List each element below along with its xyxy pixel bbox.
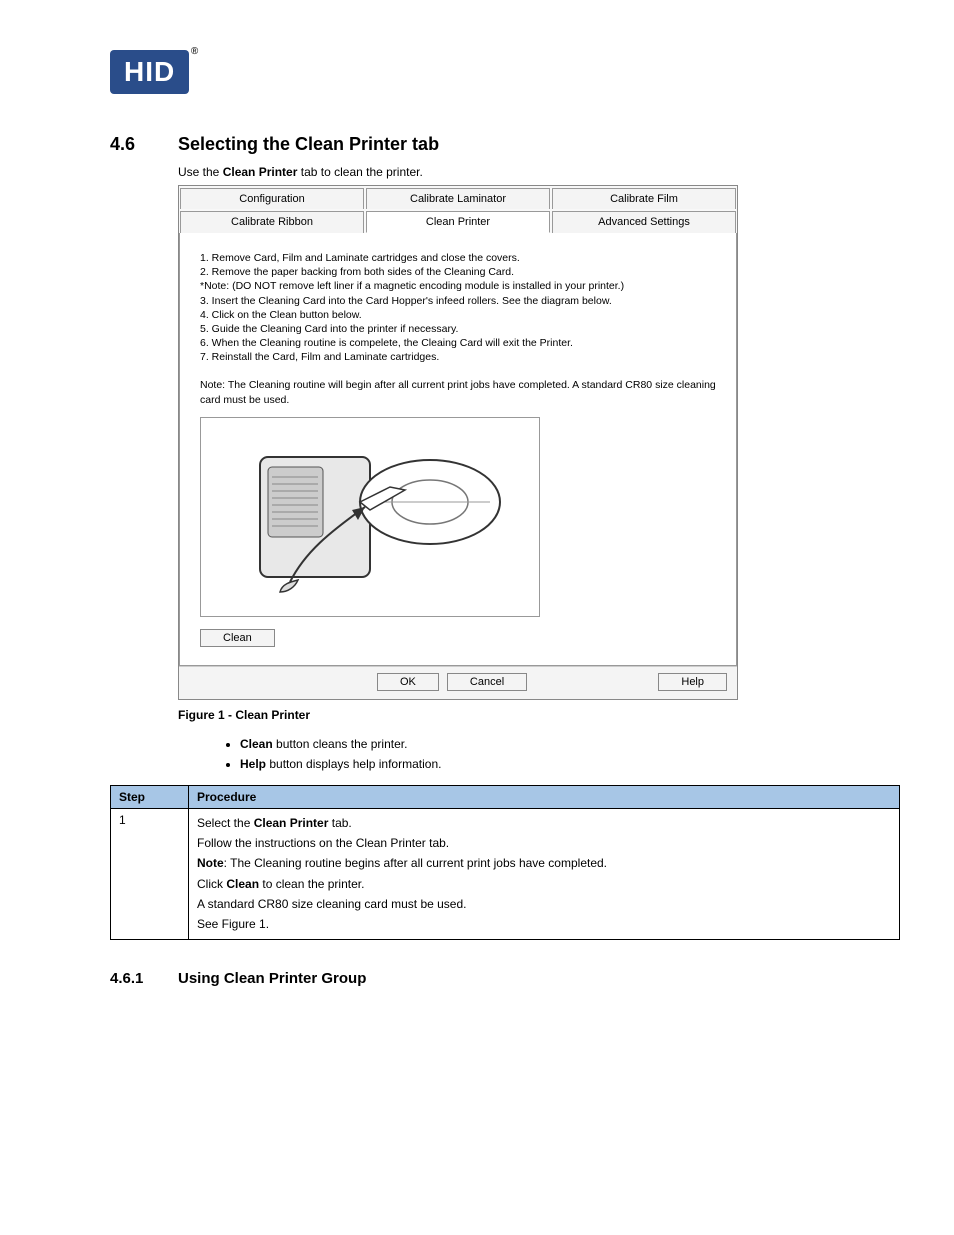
instr-5: 5. Guide the Cleaning Card into the prin…: [200, 322, 716, 336]
clean-button-row: Clean: [200, 629, 716, 647]
header-procedure: Procedure: [189, 785, 900, 808]
section-number: 4.6: [110, 134, 178, 155]
p1-bold: Clean Printer: [254, 816, 329, 830]
bullet-help-bold: Help: [240, 757, 266, 771]
instructions: 1. Remove Card, Film and Laminate cartri…: [200, 251, 716, 364]
clean-button[interactable]: Clean: [200, 629, 275, 647]
p1-prefix: Select the: [197, 816, 254, 830]
intro-suffix: tab to clean the printer.: [297, 165, 422, 179]
printer-illustration-icon: [220, 432, 520, 602]
section-title: Selecting the Clean Printer tab: [178, 134, 439, 155]
tab-calibrate-ribbon[interactable]: Calibrate Ribbon: [180, 211, 364, 233]
logo-text: HID: [124, 56, 175, 87]
tab-body: 1. Remove Card, Film and Laminate cartri…: [179, 233, 737, 666]
subsection-title: Using Clean Printer Group: [178, 970, 366, 987]
instr-1: 1. Remove Card, Film and Laminate cartri…: [200, 251, 716, 265]
p3-bold: Note: [197, 856, 224, 870]
p4-bold: Clean: [226, 877, 259, 891]
p6: See Figure 1.: [197, 914, 891, 934]
cell-procedure: Select the Clean Printer tab. Follow the…: [189, 808, 900, 939]
p4-suffix: to clean the printer.: [259, 877, 364, 891]
instr-4: 4. Click on the Clean button below.: [200, 308, 716, 322]
tab-advanced-settings[interactable]: Advanced Settings: [552, 211, 736, 233]
instr-7: 7. Reinstall the Card, Film and Laminate…: [200, 350, 716, 364]
tabs-row-1: Configuration Calibrate Laminator Calibr…: [179, 186, 737, 209]
cell-step: 1: [111, 808, 189, 939]
cleaning-note: Note: The Cleaning routine will begin af…: [200, 378, 716, 406]
dialog-button-row: OK Cancel Help: [179, 666, 737, 699]
bullet-clean-bold: Clean: [240, 737, 273, 751]
intro-text: Use the Clean Printer tab to clean the p…: [178, 165, 894, 179]
p4-prefix: Click: [197, 877, 226, 891]
intro-bold: Clean Printer: [223, 165, 298, 179]
registered-mark: ®: [191, 46, 199, 57]
instr-2: 2. Remove the paper backing from both si…: [200, 265, 716, 279]
section-heading: 4.6 Selecting the Clean Printer tab: [110, 134, 894, 155]
instr-note: *Note: (DO NOT remove left liner if a ma…: [200, 279, 716, 293]
cancel-button[interactable]: Cancel: [447, 673, 527, 691]
bullet-clean-rest: button cleans the printer.: [273, 737, 408, 751]
p3-rest: : The Cleaning routine begins after all …: [224, 856, 607, 870]
tab-clean-printer[interactable]: Clean Printer: [366, 211, 550, 233]
intro-prefix: Use the: [178, 165, 223, 179]
table-header-row: Step Procedure: [111, 785, 900, 808]
instr-3: 3. Insert the Cleaning Card into the Car…: [200, 294, 716, 308]
header-step: Step: [111, 785, 189, 808]
p5: A standard CR80 size cleaning card must …: [197, 894, 891, 914]
bullet-list: Clean button cleans the printer. Help bu…: [220, 734, 894, 775]
tab-calibrate-film[interactable]: Calibrate Film: [552, 188, 736, 209]
dialog-screenshot: Configuration Calibrate Laminator Calibr…: [178, 185, 738, 700]
ok-button[interactable]: OK: [377, 673, 439, 691]
help-button[interactable]: Help: [658, 673, 727, 691]
subsection-number: 4.6.1: [110, 970, 178, 987]
instr-6: 6. When the Cleaning routine is compelet…: [200, 336, 716, 350]
tab-configuration[interactable]: Configuration: [180, 188, 364, 209]
procedure-table: Step Procedure 1 Select the Clean Printe…: [110, 785, 900, 940]
tabs-row-2: Calibrate Ribbon Clean Printer Advanced …: [179, 209, 737, 233]
printer-diagram: [200, 417, 540, 617]
subsection-heading: 4.6.1 Using Clean Printer Group: [110, 970, 894, 987]
p2: Follow the instructions on the Clean Pri…: [197, 833, 891, 853]
hid-logo: HID ®: [110, 50, 189, 94]
bullet-help-rest: button displays help information.: [266, 757, 441, 771]
tab-calibrate-laminator[interactable]: Calibrate Laminator: [366, 188, 550, 209]
table-row: 1 Select the Clean Printer tab. Follow t…: [111, 808, 900, 939]
bullet-help: Help button displays help information.: [240, 754, 894, 774]
figure-caption: Figure 1 - Clean Printer: [178, 708, 894, 722]
p1-suffix: tab.: [328, 816, 351, 830]
bullet-clean: Clean button cleans the printer.: [240, 734, 894, 754]
